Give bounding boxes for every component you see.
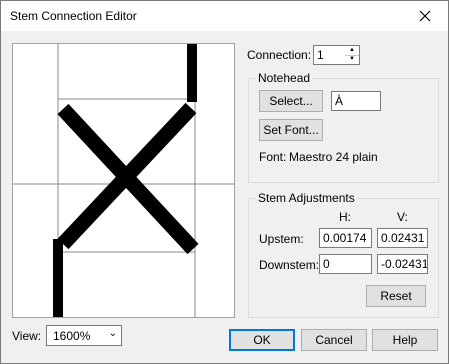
connection-input[interactable]: 1 xyxy=(313,45,346,65)
preview-drawing xyxy=(13,44,234,317)
downstem-v-input[interactable]: -0.02431 xyxy=(377,254,428,274)
notehead-preview[interactable] xyxy=(12,43,235,318)
title-bar: Stem Connection Editor xyxy=(1,1,448,31)
upstem-line xyxy=(187,44,197,102)
notehead-group-title: Notehead xyxy=(256,71,313,85)
h-header: H: xyxy=(339,210,351,224)
chevron-down-icon: ⌄ xyxy=(108,328,117,339)
stem-group-title: Stem Adjustments xyxy=(256,191,357,205)
close-icon xyxy=(419,10,431,22)
downstem-h-input[interactable]: 0 xyxy=(319,254,372,274)
spin-down-icon[interactable]: ▼ xyxy=(345,55,359,64)
upstem-label: Upstem: xyxy=(259,232,304,246)
upstem-h-input[interactable]: 0.00174 xyxy=(319,228,372,248)
reset-button[interactable]: Reset xyxy=(366,285,426,307)
upstem-v-input[interactable]: 0.02431 xyxy=(377,228,428,248)
connection-label: Connection: xyxy=(247,48,312,62)
font-label: Font: xyxy=(259,150,287,164)
cancel-button[interactable]: Cancel xyxy=(301,329,367,351)
downstem-label: Downstem: xyxy=(259,258,320,272)
downstem-line xyxy=(53,239,63,317)
font-value: Maestro 24 plain xyxy=(289,150,378,164)
help-button[interactable]: Help xyxy=(372,329,438,351)
view-label: View: xyxy=(12,329,42,343)
view-zoom-select[interactable]: 1600% ⌄ xyxy=(46,325,122,346)
window-title: Stem Connection Editor xyxy=(10,9,137,23)
close-button[interactable] xyxy=(402,1,448,31)
dialog-window: Stem Connection Editor Connection: 1 ▲ ▼… xyxy=(0,0,449,364)
select-button[interactable]: Select... xyxy=(259,90,323,112)
view-zoom-value: 1600% xyxy=(53,329,91,343)
connection-spinner[interactable]: ▲ ▼ xyxy=(345,45,360,65)
set-font-button[interactable]: Set Font... xyxy=(259,119,323,141)
notehead-char-field[interactable]: À xyxy=(331,91,381,111)
ok-button[interactable]: OK xyxy=(229,329,295,351)
v-header: V: xyxy=(397,210,408,224)
